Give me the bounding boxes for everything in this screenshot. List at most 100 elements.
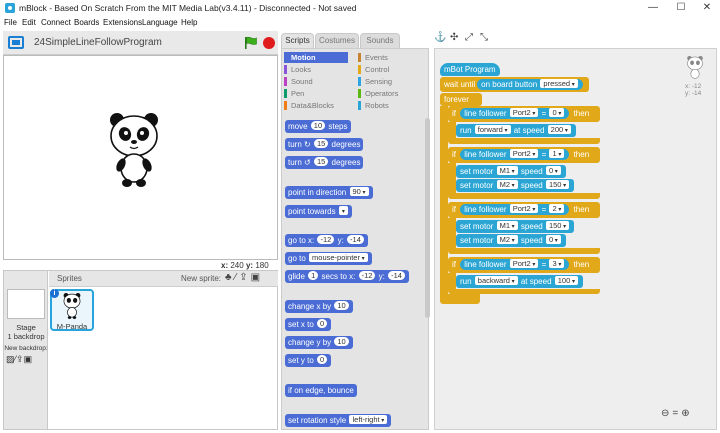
block-input[interactable]: -12 — [358, 271, 376, 280]
green-flag-icon[interactable] — [244, 36, 258, 50]
palette-scrollbar[interactable] — [425, 118, 430, 318]
block-move-steps[interactable]: move 10 steps — [285, 120, 351, 133]
block-point-in-direction[interactable]: point in direction 90 — [285, 186, 373, 199]
block-dropdown[interactable]: 100 — [554, 276, 578, 285]
block-forever[interactable]: forever — [440, 93, 482, 106]
tab-scripts[interactable]: Scripts — [281, 33, 314, 48]
block-input[interactable]: 10 — [310, 121, 326, 130]
block-go-to[interactable]: go to mouse-pointer — [285, 252, 372, 265]
block-dropdown[interactable]: Port2 — [509, 108, 539, 117]
stage-size-toggle-icon[interactable] — [8, 36, 24, 49]
block-dropdown[interactable]: 150 — [545, 180, 570, 189]
block-point-towards[interactable]: point towards — [285, 205, 352, 218]
block-dropdown[interactable]: M2 — [496, 180, 518, 189]
block-if-on-edge-bounce[interactable]: if on edge, bounce — [285, 384, 357, 397]
block-input[interactable]: 15 — [313, 139, 329, 148]
menu-edit[interactable]: Edit — [22, 18, 36, 27]
block-input[interactable]: 10 — [334, 337, 349, 346]
condition-line-follower[interactable]: line follower Port2 = 3 — [460, 259, 570, 270]
block-if-0[interactable]: if line follower Port2 = 0 then — [448, 106, 600, 122]
category-sensing[interactable]: Sensing — [358, 76, 422, 87]
block-input[interactable]: 1 — [308, 271, 319, 280]
block-dropdown[interactable]: M2 — [496, 235, 518, 244]
block-input[interactable]: 0 — [317, 319, 328, 328]
zoom-in-icon[interactable]: ⊕ — [681, 408, 692, 419]
block-dropdown[interactable]: 0 — [549, 108, 565, 117]
block-set-y[interactable]: set y to 0 — [285, 354, 332, 367]
category-control[interactable]: Control — [358, 64, 422, 75]
condition-line-follower[interactable]: line follower Port2 = 0 — [460, 108, 570, 119]
menu-connect[interactable]: Connect — [41, 18, 71, 27]
block-if-1[interactable]: if line follower Port2 = 1 then — [448, 147, 600, 163]
block-set-motor-m1[interactable]: set motor M1 speed 0 — [456, 165, 566, 178]
block-dropdown[interactable]: Port2 — [509, 149, 539, 158]
block-dropdown[interactable]: 150 — [545, 221, 570, 230]
project-title[interactable]: 24SimpleLineFollowProgram — [34, 37, 162, 48]
close-button[interactable]: ✕ — [694, 0, 720, 17]
block-run-forward[interactable]: run forward at speed 200 — [456, 124, 576, 137]
block-input[interactable]: 15 — [313, 157, 329, 166]
grow-icon[interactable]: ⤢ — [465, 32, 473, 43]
stage-thumbnail[interactable] — [7, 289, 45, 319]
paint-backdrop-icon[interactable]: ▨ — [6, 354, 15, 364]
script-area[interactable]: x: -12 y: -14 mBot Program wait until on … — [434, 48, 717, 430]
upload-sprite-icon[interactable]: ⇪ — [239, 272, 250, 283]
block-set-motor-m2[interactable]: set motor M2 speed 0 — [456, 234, 566, 247]
menu-boards[interactable]: Boards — [74, 18, 99, 27]
block-dropdown[interactable]: forward — [474, 125, 511, 134]
minimize-button[interactable]: — — [640, 0, 666, 17]
zoom-reset-icon[interactable]: = — [672, 408, 681, 419]
category-sound[interactable]: Sound — [284, 76, 348, 87]
block-dropdown[interactable]: Port2 — [509, 259, 539, 268]
camera-backdrop-icon[interactable]: ▣ — [24, 354, 33, 364]
block-input[interactable]: -12 — [317, 235, 335, 244]
block-input[interactable]: 10 — [334, 301, 349, 310]
block-turn-left[interactable]: turn ↺ 15 degrees — [285, 156, 364, 169]
choose-sprite-icon[interactable]: ♣ — [225, 272, 235, 283]
block-input[interactable]: 0 — [317, 355, 328, 364]
block-set-motor-m1[interactable]: set motor M1 speed 150 — [456, 220, 575, 233]
category-events[interactable]: Events — [358, 52, 422, 63]
condition-on-board-button[interactable]: on board button pressed — [477, 79, 583, 90]
block-dropdown[interactable]: backward — [474, 276, 518, 285]
camera-sprite-icon[interactable]: ▣ — [251, 272, 263, 283]
block-go-to-xy[interactable]: go to x: -12 y: -14 — [285, 234, 368, 247]
sprite-info-icon[interactable]: i — [50, 289, 59, 298]
menu-extensions[interactable]: Extensions — [103, 18, 142, 27]
block-if-2[interactable]: if line follower Port2 = 2 then — [448, 202, 600, 218]
block-run-backward[interactable]: run backward at speed 100 — [456, 275, 583, 288]
block-dropdown[interactable]: 90 — [349, 187, 369, 196]
panda-sprite[interactable] — [106, 110, 162, 190]
hat-block-mbot-program[interactable]: mBot Program — [440, 63, 500, 76]
block-turn-right[interactable]: turn ↻ 15 degrees — [285, 138, 364, 151]
category-data-blocks[interactable]: Data&Blocks — [284, 100, 348, 111]
block-dropdown[interactable] — [338, 206, 348, 215]
category-robots[interactable]: Robots — [358, 100, 422, 111]
block-input[interactable]: -14 — [347, 235, 364, 244]
block-dropdown[interactable]: left-right — [349, 415, 388, 424]
block-change-x[interactable]: change x by 10 — [285, 300, 353, 313]
block-dropdown[interactable]: 3 — [549, 259, 565, 268]
category-looks[interactable]: Looks — [284, 64, 348, 75]
block-change-y[interactable]: change y by 10 — [285, 336, 353, 349]
block-dropdown[interactable]: 2 — [549, 204, 565, 213]
block-set-motor-m2[interactable]: set motor M2 speed 150 — [456, 179, 575, 192]
category-motion[interactable]: Motion — [284, 52, 348, 63]
block-dropdown[interactable]: pressed — [540, 79, 578, 88]
stage-canvas[interactable] — [3, 55, 278, 260]
block-set-rotation-style[interactable]: set rotation style left-right — [285, 414, 392, 427]
sprite-thumb-m-panda[interactable]: i M-Panda — [50, 289, 94, 331]
block-dropdown[interactable]: 0 — [545, 235, 561, 244]
block-dropdown[interactable]: M1 — [496, 221, 518, 230]
menu-help[interactable]: Help — [181, 18, 197, 27]
block-wait-until[interactable]: wait until on board button pressed — [440, 77, 589, 92]
block-set-x[interactable]: set x to 0 — [285, 318, 332, 331]
category-pen[interactable]: Pen — [284, 88, 348, 99]
menu-language[interactable]: Language — [142, 18, 178, 27]
maximize-button[interactable]: ☐ — [668, 0, 694, 17]
shrink-icon[interactable]: ⤡ — [480, 32, 488, 43]
tab-costumes[interactable]: Costumes — [315, 33, 359, 48]
block-dropdown[interactable]: 0 — [545, 166, 561, 175]
stop-icon[interactable] — [263, 37, 275, 49]
delete-icon[interactable]: ✣ — [450, 32, 458, 43]
